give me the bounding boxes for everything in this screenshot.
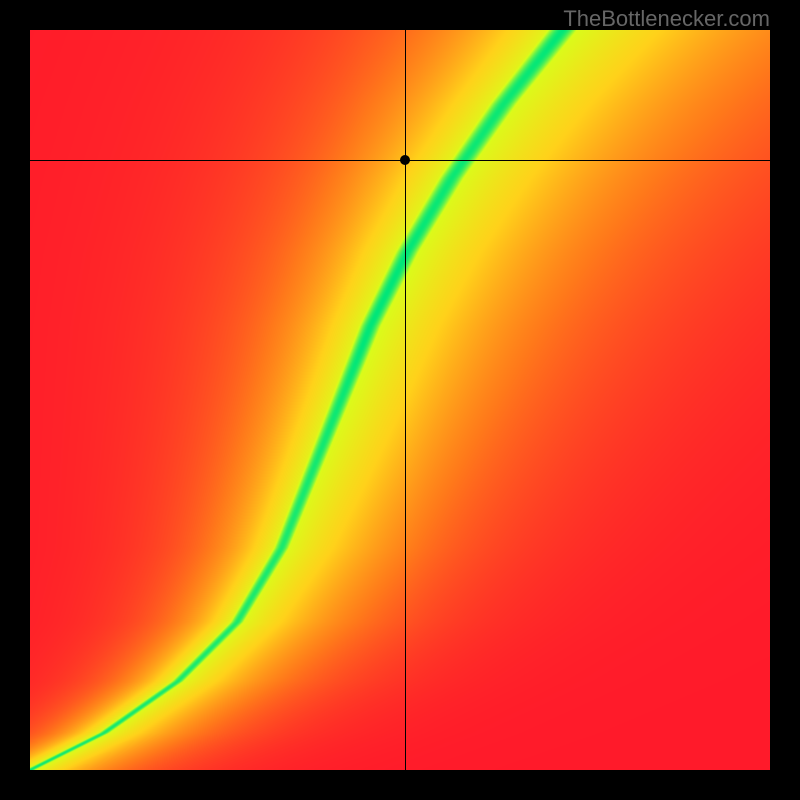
chart-container: TheBottlenecker.com — [0, 0, 800, 800]
heatmap-canvas — [30, 30, 770, 770]
crosshair-vertical — [405, 30, 406, 770]
marker-point — [400, 155, 410, 165]
heatmap-plot — [30, 30, 770, 770]
watermark-text: TheBottlenecker.com — [563, 6, 770, 32]
